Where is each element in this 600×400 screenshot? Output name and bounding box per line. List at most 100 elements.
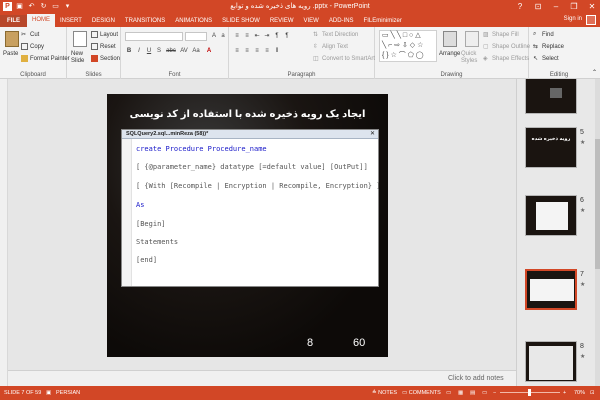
format-painter-button[interactable]: Format Painter [21, 55, 70, 62]
code-line: Statements [136, 238, 179, 246]
code-line: [ {With [Recompile | Encryption | Recomp… [136, 182, 381, 190]
align-right-icon[interactable]: ≡ [253, 47, 261, 55]
cut-button[interactable]: ✂ Cut [21, 31, 39, 39]
font-color-button[interactable]: A [205, 47, 213, 55]
copy-button[interactable]: Copy [21, 43, 44, 50]
strikethrough-button[interactable]: abc [165, 47, 177, 55]
shadow-button[interactable]: S [155, 47, 163, 55]
notes-pane[interactable]: Click to add notes [8, 370, 516, 386]
text-direction-button[interactable]: ⇅ Text Direction [313, 31, 358, 39]
tab-home[interactable]: HOME [27, 14, 55, 27]
numbering-icon[interactable]: ≡ [243, 32, 251, 40]
arrange-button[interactable]: Arrange [439, 51, 460, 57]
shape-fill-button[interactable]: ▨ Shape Fill [483, 31, 519, 39]
rtl-icon[interactable]: ¶ [283, 32, 291, 40]
code-line: [end] [136, 256, 158, 264]
new-slide-button[interactable]: New Slide [71, 51, 91, 65]
notes-button[interactable]: ≙ NOTES [372, 390, 397, 396]
ribbon-display-icon[interactable]: ⊡ [532, 0, 544, 13]
close-button[interactable]: ✕ [586, 0, 598, 13]
slide-canvas[interactable]: ایجاد یک رویه ذخیره شده با استفاده از کد… [107, 94, 388, 357]
underline-button[interactable]: U [145, 47, 153, 55]
ltr-icon[interactable]: ¶ [273, 32, 281, 40]
bullets-icon[interactable]: ≡ [233, 32, 241, 40]
change-case-button[interactable]: Aa [191, 47, 201, 55]
help-button[interactable]: ? [514, 0, 526, 13]
zoom-slider-handle[interactable] [528, 389, 531, 396]
tab-slide-show[interactable]: SLIDE SHOW [217, 15, 265, 27]
slide-sorter-icon[interactable]: ▦ [458, 390, 463, 396]
bold-button[interactable]: B [125, 47, 133, 55]
zoom-in-icon[interactable]: + [563, 390, 566, 396]
paste-button[interactable]: Paste [3, 51, 18, 57]
tab-file[interactable]: FILE [0, 15, 27, 27]
replace-button[interactable]: ⇆ Replace [533, 43, 564, 51]
align-center-icon[interactable]: ≡ [243, 47, 251, 55]
minimize-button[interactable]: – [550, 0, 562, 13]
fit-slide-icon[interactable]: ⊡ [590, 390, 595, 396]
align-text-button[interactable]: ⇳ Align Text [313, 43, 348, 51]
tab-review[interactable]: REVIEW [265, 15, 299, 27]
columns-icon[interactable]: ⫴ [273, 47, 281, 55]
zoom-level[interactable]: 70% [574, 390, 585, 396]
slide-thumbnail-4[interactable] [525, 79, 577, 114]
select-button[interactable]: ↖ Select [533, 55, 559, 63]
language-indicator[interactable]: PERSIAN [56, 390, 80, 396]
quick-styles-icon[interactable] [465, 31, 479, 47]
slide-show-icon[interactable]: ▭ [482, 390, 487, 396]
arrange-icon[interactable] [443, 31, 457, 47]
justify-icon[interactable]: ≡ [263, 47, 271, 55]
window-title: رویه های ذخیره شده و توابع .pptx - Power… [230, 3, 370, 10]
slide-thumbnail-8[interactable] [525, 341, 577, 382]
tab-animations[interactable]: ANIMATIONS [170, 15, 217, 27]
decrease-indent-icon[interactable]: ⇤ [253, 32, 261, 40]
slide-thumbnail-6[interactable] [525, 195, 577, 236]
normal-view-icon[interactable]: ▭ [446, 390, 451, 396]
shape-effects-icon: ◈ [483, 56, 488, 62]
slide-title[interactable]: ایجاد یک رویه ذخیره شده با استفاده از کد… [107, 109, 388, 120]
shrink-font-icon[interactable]: a [219, 32, 227, 40]
new-slide-icon[interactable] [73, 31, 87, 47]
shape-outline-button[interactable]: ▢ Shape Outline [483, 43, 530, 51]
slide-thumbnail-5[interactable]: رویه ذخیره شده [525, 127, 577, 168]
proofing-icon[interactable]: ▣ [46, 390, 51, 396]
sql-gutter [122, 139, 132, 286]
reset-button[interactable]: Reset [91, 43, 116, 50]
reading-view-icon[interactable]: ▤ [470, 390, 475, 396]
convert-smartart-button[interactable]: ◫ Convert to SmartArt [313, 55, 375, 63]
tab-view[interactable]: VIEW [299, 15, 324, 27]
align-left-icon[interactable]: ≡ [233, 47, 241, 55]
tab-transitions[interactable]: TRANSITIONS [120, 15, 170, 27]
thumb-image [530, 279, 574, 301]
zoom-out-icon[interactable]: − [493, 390, 496, 396]
restore-button[interactable]: ❐ [568, 0, 580, 13]
tab-add-ins[interactable]: ADD-INS [324, 15, 359, 27]
tab-fileminimizer[interactable]: FILEminimizer [359, 15, 407, 27]
char-spacing-button[interactable]: AV [179, 47, 189, 55]
increase-indent-icon[interactable]: ⇥ [263, 32, 271, 40]
tab-insert[interactable]: INSERT [55, 15, 87, 27]
font-name-input[interactable] [125, 32, 183, 41]
section-button[interactable]: Section [91, 55, 120, 62]
align-text-icon: ⇳ [313, 44, 319, 50]
comments-button[interactable]: ▭ COMMENTS [402, 390, 441, 396]
collapse-ribbon-icon[interactable]: ⌃ [592, 69, 597, 76]
tab-design[interactable]: DESIGN [87, 15, 120, 27]
code-line: As [136, 201, 145, 209]
quick-styles-button[interactable]: Quick Styles [461, 51, 481, 65]
thumbnails-scroll-thumb[interactable] [595, 139, 600, 269]
avatar[interactable] [586, 15, 596, 25]
layout-button[interactable]: Layout [91, 31, 118, 38]
italic-button[interactable]: I [135, 47, 143, 55]
comments-label: COMMENTS [408, 390, 441, 396]
shapes-gallery[interactable]: ▭ ╲ ╲ □ ○ △ ╲ ⌐ ⇨ ⇩ ◇ ☆{ } ☆ ⌒ ⬠ ◯ [379, 30, 437, 62]
find-label: Find [542, 31, 554, 38]
shape-effects-button[interactable]: ◈ Shape Effects [483, 55, 529, 63]
grow-font-icon[interactable]: A [210, 32, 218, 40]
sign-in-link[interactable]: Sign in [564, 16, 582, 22]
find-button[interactable]: ⌕ Find [533, 31, 554, 38]
font-size-input[interactable] [185, 32, 207, 41]
slide-thumbnail-7[interactable] [525, 269, 577, 310]
text-direction-icon: ⇅ [313, 32, 319, 38]
paste-icon[interactable] [5, 31, 19, 47]
